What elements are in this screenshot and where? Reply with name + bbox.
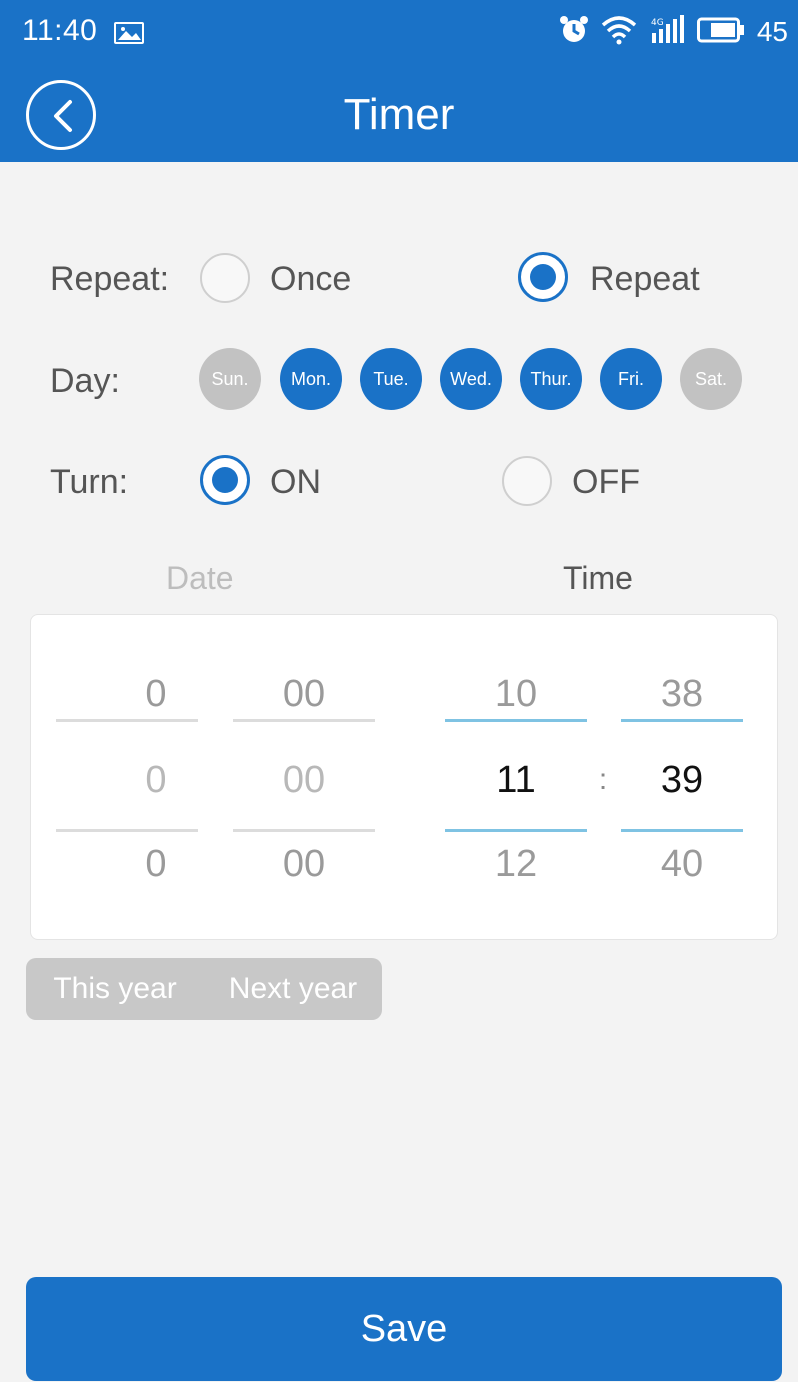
date-time-picker: 0 0 0 00 00 00 10 11 12 : 38 39 40 <box>30 614 778 940</box>
day-label: Day: <box>50 362 120 400</box>
app-bar: Timer <box>0 66 798 162</box>
next-year-button[interactable]: Next year <box>204 958 382 1020</box>
turn-label: Turn: <box>50 463 129 501</box>
picker-divider <box>233 829 375 832</box>
day-wed[interactable]: Wed. <box>440 348 502 410</box>
picker-divider <box>56 829 198 832</box>
status-icons: 4G 45 <box>559 14 788 50</box>
signal-icon: 4G <box>649 14 685 50</box>
picker-value: 38 <box>660 673 704 715</box>
day-mon[interactable]: Mon. <box>280 348 342 410</box>
on-radio[interactable] <box>200 455 250 505</box>
picker-value: 0 <box>145 759 167 801</box>
picker-divider <box>621 829 743 832</box>
day-fri[interactable]: Fri. <box>600 348 662 410</box>
repeat-radio[interactable] <box>518 252 568 302</box>
off-label[interactable]: OFF <box>572 463 640 502</box>
selected-minute: 39 <box>660 759 704 801</box>
on-label[interactable]: ON <box>270 463 321 502</box>
picker-value: 40 <box>660 843 704 885</box>
repeat-label: Repeat: <box>50 260 170 298</box>
once-radio[interactable] <box>200 253 250 303</box>
day-sat[interactable]: Sat. <box>680 348 742 410</box>
status-bar: 11:40 4G 45 <box>0 0 798 66</box>
year-toggle: This year Next year <box>26 958 382 1020</box>
picker-value: 0 <box>145 843 167 885</box>
repeat-option-label[interactable]: Repeat <box>590 260 700 299</box>
selected-hour: 11 <box>496 759 536 801</box>
image-notification-icon <box>114 22 144 44</box>
off-radio[interactable] <box>502 456 552 506</box>
save-button[interactable]: Save <box>26 1277 782 1381</box>
time-tab[interactable]: Time <box>563 560 633 597</box>
picker-value: 12 <box>494 843 538 885</box>
picker-value: 0 <box>145 673 167 715</box>
picker-value: 00 <box>282 759 326 801</box>
picker-divider <box>621 719 743 722</box>
alarm-icon <box>559 15 589 50</box>
picker-divider <box>445 719 587 722</box>
battery-percentage: 45 <box>756 16 788 47</box>
picker-value: 00 <box>282 843 326 885</box>
this-year-button[interactable]: This year <box>26 958 204 1020</box>
date-tab[interactable]: Date <box>166 560 234 597</box>
picker-value: 10 <box>494 673 538 715</box>
day-thur[interactable]: Thur. <box>520 348 582 410</box>
once-label[interactable]: Once <box>270 260 351 299</box>
picker-divider <box>233 719 375 722</box>
battery-icon <box>696 17 745 48</box>
day-tue[interactable]: Tue. <box>360 348 422 410</box>
page-title: Timer <box>343 90 455 139</box>
time-separator: : <box>598 763 608 796</box>
wifi-icon <box>601 15 637 50</box>
picker-value: 00 <box>282 673 326 715</box>
day-sun[interactable]: Sun. <box>199 348 261 410</box>
status-time: 11:40 <box>22 14 98 47</box>
picker-divider <box>445 829 587 832</box>
picker-divider <box>56 719 198 722</box>
svg-text:4G: 4G <box>651 18 664 28</box>
